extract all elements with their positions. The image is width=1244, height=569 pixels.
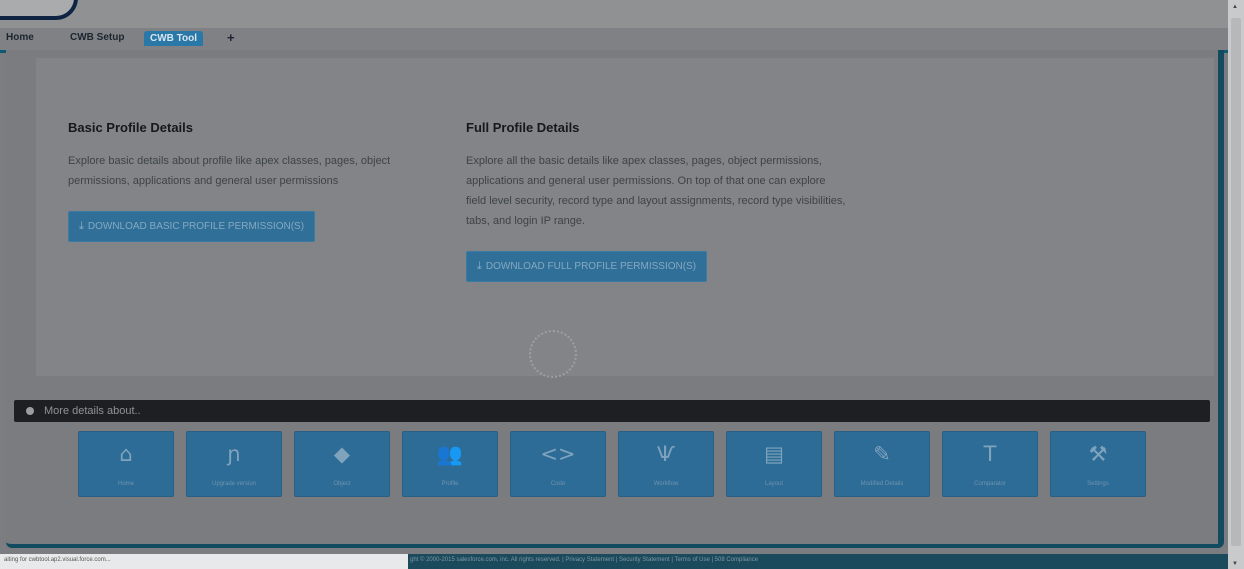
status-text: aiting for cwbtool.ap2.visual.force.com.… <box>4 557 111 563</box>
tile-label: Workflow <box>653 481 679 487</box>
tab-home[interactable]: Home <box>6 32 34 43</box>
tile-label: Code <box>550 481 566 487</box>
layout-icon: ▤ <box>764 442 784 466</box>
profile-panel: Basic Profile Details Explore basic deta… <box>36 58 1214 378</box>
download-icon: ⤓ <box>477 260 482 272</box>
workflow-icon: Ѱ <box>657 442 675 466</box>
full-profile-title: Full Profile Details <box>466 120 580 135</box>
home-icon: ⌂ <box>119 442 133 466</box>
tile-settings[interactable]: ⚒ Settings <box>1050 431 1146 497</box>
download-full-profile-button[interactable]: ⤓ DOWNLOAD FULL PROFILE PERMISSION(S) <box>466 251 708 282</box>
page-footer: ght © 2000-2015 salesforce.com, inc. All… <box>408 554 1228 569</box>
loading-spinner <box>529 330 577 378</box>
scroll-down-icon[interactable]: ▼ <box>1232 561 1238 567</box>
cube-icon: ◆ <box>333 442 351 466</box>
tools-icon: ⚒ <box>1088 442 1108 466</box>
tile-label: Comparator <box>974 481 1006 487</box>
tile-object[interactable]: ◆ Object <box>294 431 390 497</box>
download-icon: ⤓ <box>79 220 84 232</box>
tile-home[interactable]: ⌂ Home <box>78 431 174 497</box>
tile-label: Profile <box>441 481 459 487</box>
basic-profile-section: Basic Profile Details Explore basic deta… <box>68 120 428 242</box>
users-icon: 👥 <box>436 442 464 466</box>
download-basic-profile-button[interactable]: ⤓ DOWNLOAD BASIC PROFILE PERMISSION(S) <box>68 211 316 242</box>
tile-layout[interactable]: ▤ Layout <box>726 431 822 497</box>
tab-cwb-setup[interactable]: CWB Setup <box>70 32 124 43</box>
upgrade-icon: ɲ <box>227 442 241 466</box>
bullet-icon <box>26 407 34 415</box>
text-icon: T <box>983 442 997 466</box>
more-details-bar: More details about.. <box>14 400 1210 422</box>
scroll-thumb[interactable] <box>1231 18 1241 546</box>
tile-label: Settings <box>1087 481 1109 487</box>
basic-profile-description: Explore basic details about profile like… <box>68 155 391 187</box>
tile-comparator[interactable]: T Comparator <box>942 431 1038 497</box>
tile-workflow[interactable]: Ѱ Workflow <box>618 431 714 497</box>
footer-text: ght © 2000-2015 salesforce.com, inc. All… <box>410 557 759 563</box>
tab-cwb-tool[interactable]: CWB Tool <box>144 31 204 46</box>
more-details-label: More details about.. <box>44 405 141 417</box>
tile-upgrade-version[interactable]: ɲ Upgrade version <box>186 431 282 497</box>
tile-label: Modified Details <box>860 481 904 487</box>
full-profile-section: Full Profile Details Explore all the bas… <box>466 120 846 282</box>
download-basic-label: DOWNLOAD BASIC PROFILE PERMISSION(S) <box>87 221 305 232</box>
basic-profile-title: Basic Profile Details <box>68 120 193 135</box>
full-profile-description: Explore all the basic details like apex … <box>466 155 846 227</box>
tile-label: Home <box>117 481 134 487</box>
download-full-label: DOWNLOAD FULL PROFILE PERMISSION(S) <box>485 261 697 272</box>
tile-label: Layout <box>764 481 783 487</box>
tile-profile[interactable]: 👥 Profile <box>402 431 498 497</box>
pencil-icon: ✎ <box>873 442 891 466</box>
tile-label: Object <box>333 481 351 487</box>
tile-modified-details[interactable]: ✎ Modified Details <box>834 431 930 497</box>
header-strip <box>0 0 1228 28</box>
vertical-scrollbar[interactable]: ▲ ▼ <box>1228 0 1244 569</box>
tab-add-button[interactable]: + <box>227 30 235 45</box>
tile-label: Upgrade version <box>211 481 257 487</box>
browser-status-bar: aiting for cwbtool.ap2.visual.force.com.… <box>0 554 408 569</box>
code-icon: <> <box>540 442 576 466</box>
tile-code[interactable]: <> Code <box>510 431 606 497</box>
logo[interactable] <box>0 0 78 20</box>
scroll-up-icon[interactable]: ▲ <box>1232 4 1238 10</box>
